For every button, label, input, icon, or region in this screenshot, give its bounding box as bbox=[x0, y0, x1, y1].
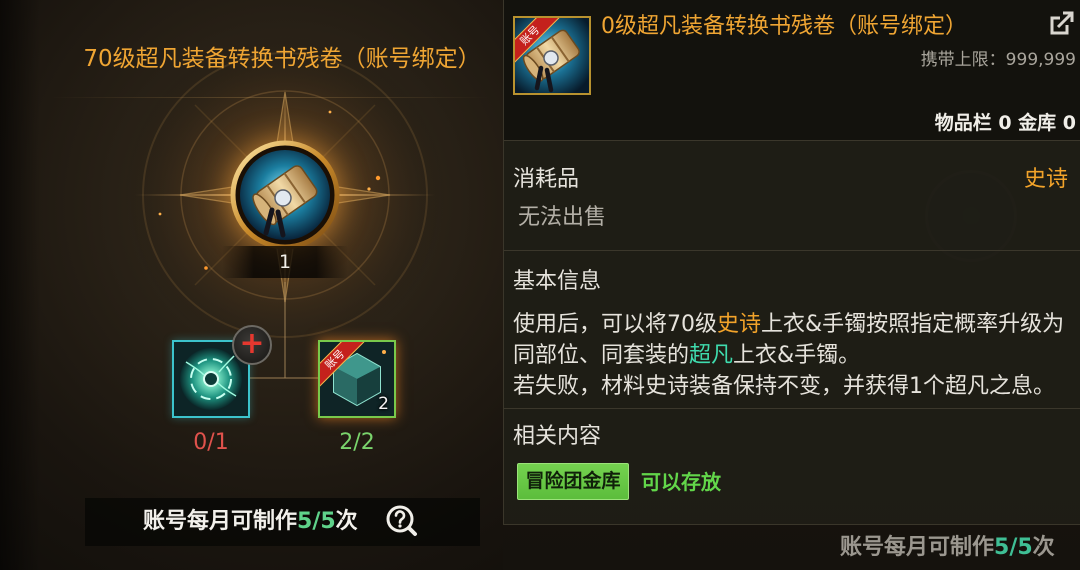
transcend-highlight: 超凡 bbox=[689, 343, 734, 368]
material-slot-gem[interactable]: 账号 2 bbox=[318, 340, 396, 418]
description-text: 上衣&手镯按照指定概率升级为 bbox=[761, 312, 1065, 337]
result-quantity: 1 bbox=[222, 246, 348, 278]
background-monthly-limit: 账号每月可制作5/5次 bbox=[840, 533, 1055, 563]
description-text: 同部位、同套装的 bbox=[513, 343, 690, 368]
monthly-limit-text: 账号每月可制作5/5次 bbox=[143, 507, 358, 537]
related-heading: 相关内容 bbox=[513, 424, 602, 449]
description-text: 若失败，材料史诗装备保持不变，并获得1个超凡之息。 bbox=[513, 374, 1055, 399]
material-progress-gem: 2/2 bbox=[339, 430, 375, 455]
adventure-vault-button[interactable]: 冒险团金库 bbox=[517, 463, 629, 500]
bg-limit-prefix: 账号每月可制作 bbox=[840, 535, 995, 560]
title-divider bbox=[50, 97, 490, 98]
basic-info-heading: 基本信息 bbox=[513, 269, 602, 294]
storable-status: 可以存放 bbox=[641, 470, 721, 494]
limit-count: 5/5 bbox=[297, 509, 336, 534]
tooltip-divider bbox=[504, 250, 1080, 251]
item-tooltip: 账号 0级超凡装备转换书残卷（账号绑定） 携带上限：999,999 物品栏 0 … bbox=[503, 0, 1080, 525]
storage-count: 物品栏 0 金库 0 bbox=[934, 112, 1076, 134]
share-icon[interactable] bbox=[1047, 8, 1077, 38]
tooltip-title: 0级超凡装备转换书残卷（账号绑定） bbox=[601, 14, 967, 39]
description-text: 上衣&手镯。 bbox=[733, 343, 861, 368]
craft-title: 70级超凡装备转换书残卷（账号绑定） bbox=[83, 46, 481, 72]
compass-decoration bbox=[120, 30, 450, 379]
description-line: 使用后，可以将70级史诗上衣&手镯按照指定概率升级为 bbox=[513, 309, 1064, 340]
description-line: 同部位、同套装的超凡上衣&手镯。 bbox=[513, 340, 1064, 371]
stack-count: 2 bbox=[378, 394, 389, 414]
material-progress-orb: 0/1 bbox=[193, 430, 229, 455]
item-category: 消耗品 bbox=[513, 167, 580, 192]
game-screen: 70级超凡装备转换书残卷（账号绑定） 1 + 0/1 账号 2 2/2 账号每月… bbox=[0, 0, 1080, 570]
limit-suffix: 次 bbox=[335, 509, 358, 534]
item-description: 使用后，可以将70级史诗上衣&手镯按照指定概率升级为 同部位、同套装的超凡上衣&… bbox=[513, 309, 1064, 402]
tooltip-divider bbox=[504, 408, 1080, 409]
item-rarity: 史诗 bbox=[1023, 167, 1068, 192]
bg-limit-suffix: 次 bbox=[1032, 535, 1055, 560]
scroll-icon[interactable] bbox=[230, 140, 340, 250]
help-icon[interactable] bbox=[385, 504, 419, 538]
carry-limit: 携带上限：999,999 bbox=[920, 50, 1076, 70]
sell-status: 无法出售 bbox=[518, 205, 607, 230]
monthly-limit-bar: 账号每月可制作5/5次 bbox=[85, 498, 480, 546]
add-icon[interactable]: + bbox=[232, 325, 272, 365]
epic-highlight: 史诗 bbox=[717, 312, 762, 337]
limit-prefix: 账号每月可制作 bbox=[143, 509, 298, 534]
description-line: 若失败，材料史诗装备保持不变，并获得1个超凡之息。 bbox=[513, 371, 1064, 402]
bg-limit-count: 5/5 bbox=[994, 535, 1033, 560]
craft-panel: 70级超凡装备转换书残卷（账号绑定） 1 + 0/1 账号 2 2/2 账号每月… bbox=[0, 0, 503, 570]
description-text: 使用后，可以将70级 bbox=[513, 312, 717, 337]
tooltip-item-icon: 账号 bbox=[513, 16, 591, 95]
tooltip-divider bbox=[504, 140, 1080, 141]
